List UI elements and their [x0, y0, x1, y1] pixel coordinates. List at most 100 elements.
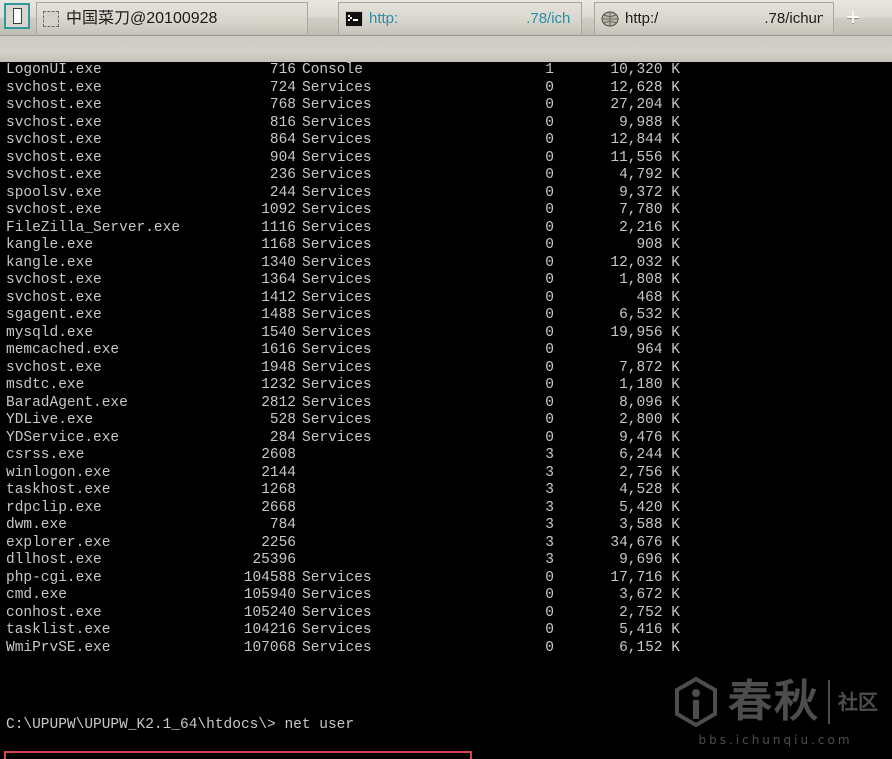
- process-row: LogonUI.exe 716 Console 1 10,320 K: [0, 62, 892, 80]
- process-session-num: 3: [545, 552, 554, 568]
- process-memory: 9,988 K: [619, 114, 680, 131]
- process-name: svchost.exe: [6, 79, 102, 96]
- process-row: kangle.exe 1168 Services 0 908 K: [0, 237, 892, 255]
- process-pid: 2608: [261, 447, 296, 463]
- process-pid: 864: [269, 132, 296, 148]
- process-pid: 2812: [261, 394, 296, 411]
- process-pid: 1948: [261, 359, 296, 376]
- process-name: svchost.exe: [6, 167, 102, 183]
- process-session: Services: [302, 394, 372, 411]
- process-session: Services: [302, 254, 372, 271]
- process-session-num: 3: [545, 482, 554, 498]
- process-memory: 12,844 K: [610, 132, 680, 148]
- process-name: winlogon.exe: [6, 464, 111, 481]
- process-name: svchost.exe: [6, 359, 102, 376]
- process-pid: 1116: [261, 219, 296, 236]
- process-session-num: 0: [545, 587, 554, 603]
- process-name: explorer.exe: [6, 534, 111, 551]
- process-row: msdtc.exe 1232 Services 0 1,180 K: [0, 377, 892, 395]
- process-session: Services: [302, 167, 372, 183]
- process-session-num: 0: [545, 622, 554, 638]
- process-session-num: 0: [545, 237, 554, 253]
- process-session: Services: [302, 359, 372, 376]
- new-tab-button[interactable]: +: [836, 2, 870, 34]
- process-memory: 17,716 K: [610, 569, 680, 586]
- process-name: dwm.exe: [6, 517, 67, 533]
- tab-shell-1[interactable]: http:.78/ichunqi...: [338, 2, 582, 34]
- process-session-num: 0: [545, 132, 554, 148]
- process-session: Services: [302, 219, 372, 236]
- process-row: sgagent.exe 1488 Services 0 6,532 K: [0, 307, 892, 325]
- app-window: 中国菜刀@20100928 http:.78/ichunqi...: [0, 0, 892, 759]
- process-session: Services: [302, 587, 372, 603]
- process-list: LogonUI.exe 716 Console 1 10,320 K svchost.ex…: [0, 62, 892, 657]
- process-name: YDLive.exe: [6, 412, 94, 428]
- process-session-num: 0: [545, 114, 554, 131]
- process-pid: 1268: [261, 482, 296, 498]
- process-name: LogonUI.exe: [6, 62, 102, 78]
- process-session: Console: [302, 62, 363, 78]
- process-name: svchost.exe: [6, 149, 102, 166]
- process-memory: 5,420 K: [619, 499, 680, 516]
- process-row: dwm.exe 784 3 3,588 K: [0, 517, 892, 535]
- process-name: conhost.exe: [6, 604, 102, 621]
- process-memory: 3,588 K: [619, 517, 680, 533]
- process-session-num: 0: [545, 307, 554, 323]
- process-name: svchost.exe: [6, 272, 102, 288]
- tab-shell-2[interactable]: http:/.78/ichunqi...: [594, 2, 834, 34]
- process-pid: 1488: [261, 307, 296, 323]
- process-memory: 9,696 K: [619, 552, 680, 568]
- process-name: memcached.exe: [6, 342, 120, 358]
- process-pid: 236: [269, 167, 296, 183]
- tab-chopper[interactable]: 中国菜刀@20100928: [36, 2, 308, 34]
- tab-bar: 中国菜刀@20100928 http:.78/ichunqi...: [0, 0, 892, 36]
- process-session: Services: [302, 324, 372, 341]
- process-session-num: 0: [545, 394, 554, 411]
- process-session: Services: [302, 202, 372, 218]
- process-session: Services: [302, 569, 372, 586]
- process-row: php-cgi.exe 104588 Services 0 17,716 K: [0, 570, 892, 588]
- process-session: Services: [302, 132, 372, 148]
- process-session: Services: [302, 184, 372, 201]
- process-session-num: 0: [545, 97, 554, 113]
- process-session-num: 0: [545, 254, 554, 271]
- process-pid: 1364: [261, 272, 296, 288]
- process-name: YDService.exe: [6, 429, 120, 446]
- globe-icon: [601, 11, 619, 27]
- process-row: svchost.exe 1364 Services 0 1,808 K: [0, 272, 892, 290]
- process-session: Services: [302, 149, 372, 166]
- prompt-line-blank-4: [0, 752, 892, 759]
- toolbar-strip: [0, 36, 892, 62]
- process-session: Services: [302, 97, 372, 113]
- process-memory: 2,752 K: [619, 604, 680, 621]
- process-name: svchost.exe: [6, 114, 102, 131]
- process-row: memcached.exe 1616 Services 0 964 K: [0, 342, 892, 360]
- terminal-output[interactable]: LogonUI.exe 716 Console 1 10,320 K svchost.ex…: [0, 62, 892, 759]
- process-session: Services: [302, 622, 372, 638]
- process-session: Services: [302, 307, 372, 323]
- process-pid: 105240: [243, 604, 296, 621]
- process-pid: 784: [269, 517, 296, 533]
- process-name: mysqld.exe: [6, 324, 94, 341]
- process-session: Services: [302, 79, 372, 96]
- process-memory: 468 K: [636, 289, 680, 306]
- command-prompt-line[interactable]: C:\UPUPW\UPUPW_K2.1_64\htdocs\> net user: [0, 717, 892, 735]
- process-pid: 2256: [261, 534, 296, 551]
- process-pid: 1168: [261, 237, 296, 253]
- process-pid: 107068: [243, 639, 296, 656]
- process-session-num: 0: [545, 412, 554, 428]
- terminal-window-icon[interactable]: [4, 3, 30, 29]
- process-row: svchost.exe 1412 Services 0 468 K: [0, 290, 892, 308]
- process-session: Services: [302, 429, 372, 446]
- process-pid: 1340: [261, 254, 296, 271]
- process-row: conhost.exe 105240 Services 0 2,752 K: [0, 605, 892, 623]
- process-row: taskhost.exe 1268 3 4,528 K: [0, 482, 892, 500]
- process-session-num: 0: [545, 569, 554, 586]
- process-memory: 5,416 K: [619, 622, 680, 638]
- process-row: rdpclip.exe 2668 3 5,420 K: [0, 500, 892, 518]
- process-pid: 1412: [261, 289, 296, 306]
- process-memory: 2,216 K: [619, 219, 680, 236]
- process-row: dllhost.exe 25396 3 9,696 K: [0, 552, 892, 570]
- process-session-num: 0: [545, 219, 554, 236]
- tab-chopper-label: 中国菜刀@20100928: [66, 9, 218, 27]
